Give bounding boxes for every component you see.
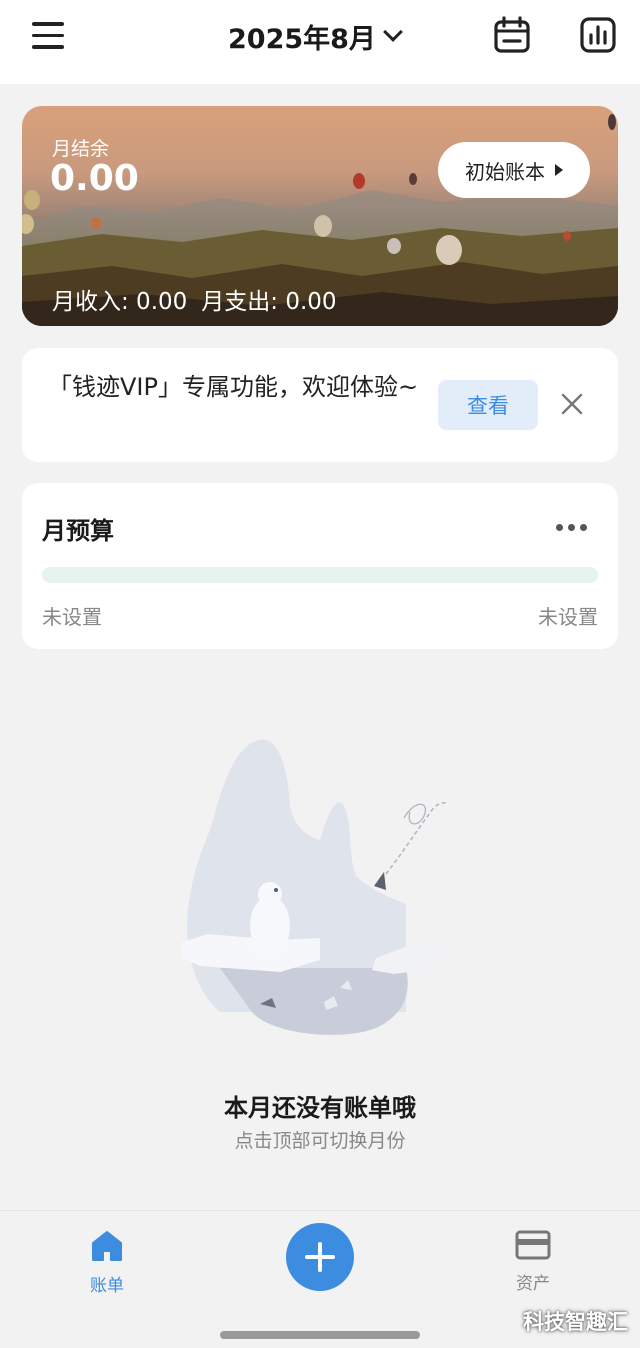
budget-title: 月预算	[42, 517, 114, 545]
hamburger-menu-icon[interactable]	[32, 22, 68, 52]
empty-state-subtitle: 点击顶部可切换月份	[234, 1130, 406, 1152]
home-icon	[92, 1231, 122, 1261]
monthly-budget-card[interactable]: 月预算 未设置 未设置	[22, 483, 618, 649]
balance-value: 0.00	[50, 158, 139, 199]
month-picker[interactable]: 2025年8月	[228, 16, 403, 56]
initial-book-label: 初始账本	[465, 159, 545, 184]
chevron-down-icon	[383, 22, 403, 42]
watermark-text: 科技智趣汇	[523, 1310, 628, 1334]
plus-icon	[305, 1242, 335, 1272]
top-bar: 2025年8月	[0, 0, 640, 84]
initial-book-button[interactable]: 初始账本	[438, 142, 590, 198]
close-icon[interactable]	[558, 390, 586, 418]
empty-state-title: 本月还没有账单哦	[224, 1094, 416, 1122]
budget-right-status: 未设置	[538, 605, 598, 629]
bottom-tab-bar: 账单 资产 科技智趣汇	[0, 1210, 640, 1348]
budget-progress-bar	[42, 567, 598, 583]
tab-assets-label: 资产	[516, 1274, 550, 1294]
month-label: 2025年8月	[228, 23, 376, 55]
home-indicator[interactable]	[220, 1331, 420, 1339]
add-record-button[interactable]	[286, 1223, 354, 1291]
polar-bear-iceberg-illustration	[182, 739, 449, 1035]
income-text: 月收入: 0.00	[52, 289, 188, 315]
calendar-icon[interactable]	[494, 16, 530, 53]
monthly-summary-banner: 月结余 0.00 初始账本 月收入: 0.00 月支出: 0.00	[22, 106, 618, 326]
income-expense-row: 月收入: 0.00 月支出: 0.00	[52, 282, 337, 316]
balance-label: 月结余	[52, 138, 110, 160]
vip-promo-text: 「钱迹VIP」专属功能，欢迎体验~	[48, 373, 419, 401]
vip-promo-card: 「钱迹VIP」专属功能，欢迎体验~ 查看	[22, 348, 618, 462]
caret-right-icon	[555, 164, 563, 176]
tab-ledger[interactable]: 账单	[67, 1229, 147, 1296]
bar-chart-icon[interactable]	[580, 16, 616, 53]
more-options-icon[interactable]	[556, 519, 590, 535]
tab-assets[interactable]: 资产	[493, 1229, 573, 1294]
expense-text: 月支出: 0.00	[201, 289, 337, 315]
budget-left-status: 未设置	[42, 605, 102, 629]
tab-ledger-label: 账单	[90, 1276, 124, 1296]
view-button[interactable]: 查看	[438, 380, 538, 430]
card-icon	[515, 1230, 551, 1260]
